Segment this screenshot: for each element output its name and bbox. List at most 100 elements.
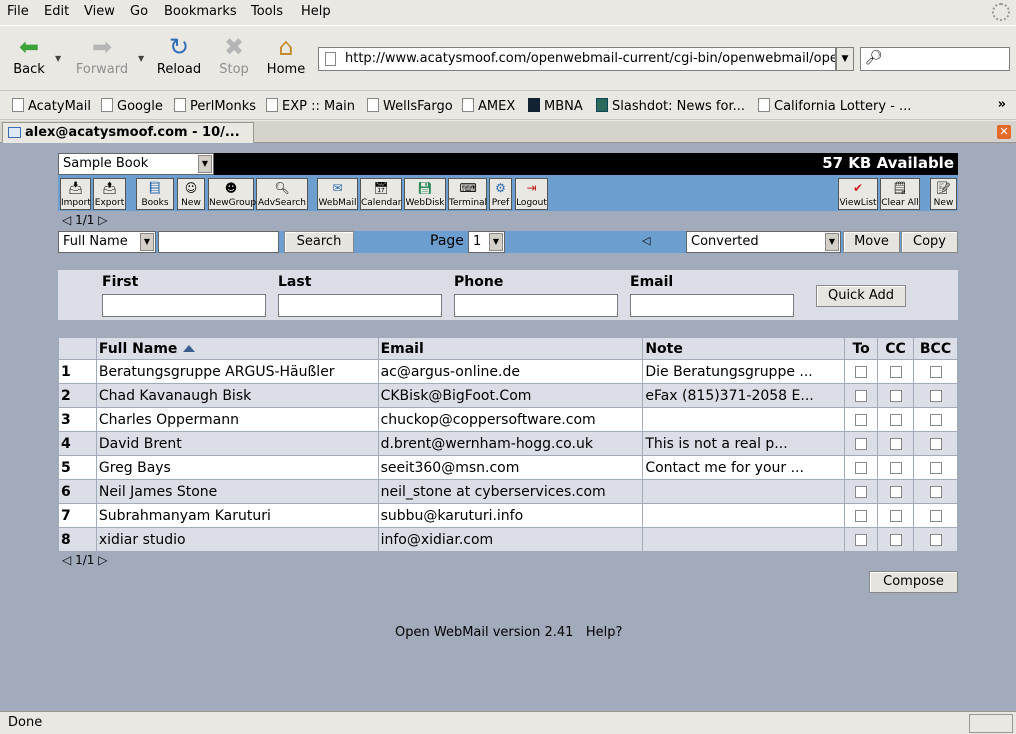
page-select[interactable]: 1 ▼ xyxy=(468,231,505,253)
web-search-field[interactable]: 🔎︎ xyxy=(860,47,1010,71)
bookmark-exp-main[interactable]: EXP :: Main xyxy=(266,98,355,114)
contact-name-link[interactable]: Neil James Stone xyxy=(95,479,379,504)
menu-file[interactable]: File xyxy=(7,4,29,19)
bcc-checkbox[interactable] xyxy=(929,461,942,474)
clear-all-button[interactable]: 🗒︎ Clear All xyxy=(880,178,920,210)
version-link[interactable]: Open WebMail version 2.41 xyxy=(395,625,573,640)
to-checkbox[interactable] xyxy=(855,485,868,498)
cc-checkbox[interactable] xyxy=(889,389,902,402)
cc-checkbox[interactable] xyxy=(889,485,902,498)
url-field[interactable]: http://www.acatysmoof.com/openwebmail-cu… xyxy=(318,47,836,71)
contact-name-link[interactable]: David Brent xyxy=(95,431,379,456)
contact-name-link[interactable]: Subrahmanyam Karuturi xyxy=(95,503,379,528)
contact-email-link[interactable]: seeit360@msn.com xyxy=(377,455,644,480)
to-checkbox[interactable] xyxy=(855,365,868,378)
calendar-button[interactable]: 📅︎ Calendar xyxy=(360,178,402,210)
export-button[interactable]: 📤︎ Export xyxy=(93,178,126,210)
last-name-field[interactable] xyxy=(278,294,442,317)
cc-checkbox[interactable] xyxy=(889,509,902,522)
new-message-button[interactable]: 📝︎ New xyxy=(930,178,957,210)
contact-name-link[interactable]: Beratungsgruppe ARGUS-Häußler xyxy=(95,359,379,384)
logout-button[interactable]: ⇥ Logout xyxy=(515,178,548,210)
prev-page-icon[interactable]: ◁ xyxy=(62,213,71,227)
bookmark-acatymail[interactable]: AcatyMail xyxy=(12,98,91,114)
to-checkbox[interactable] xyxy=(855,437,868,450)
search-input[interactable] xyxy=(158,231,279,253)
first-name-field[interactable] xyxy=(102,294,266,317)
copy-button[interactable]: Copy xyxy=(901,231,958,253)
books-button[interactable]: 📘︎ Books xyxy=(136,178,174,210)
menu-go[interactable]: Go xyxy=(130,4,148,19)
contact-email-link[interactable]: ac@argus-online.de xyxy=(377,359,644,384)
bcc-checkbox[interactable] xyxy=(929,389,942,402)
bookmark-perlmonks[interactable]: PerlMonks xyxy=(174,98,256,114)
new-group-button[interactable]: ☻ NewGroup xyxy=(208,178,256,210)
home-button[interactable]: ⌂ Home xyxy=(264,34,308,77)
bcc-checkbox[interactable] xyxy=(929,365,942,378)
help-link[interactable]: Help? xyxy=(586,625,623,640)
close-tab-icon[interactable]: ✕ xyxy=(997,125,1011,139)
new-contact-button[interactable]: ☺ New xyxy=(177,178,205,210)
cc-checkbox[interactable] xyxy=(889,365,902,378)
back-history-dropdown[interactable]: ▼ xyxy=(55,54,61,63)
contact-email-link[interactable]: d.brent@wernham-hogg.co.uk xyxy=(377,431,644,456)
tab-openwebmail[interactable]: alex@acatysmoof.com - 10/... xyxy=(2,122,254,143)
bcc-checkbox[interactable] xyxy=(929,485,942,498)
preferences-button[interactable]: ⚙ Pref xyxy=(489,178,512,210)
menu-view[interactable]: View xyxy=(84,4,115,19)
next-page-icon[interactable]: ▷ xyxy=(98,553,107,567)
phone-field[interactable] xyxy=(454,294,618,317)
bookmark-slashdot[interactable]: Slashdot: News for... xyxy=(596,98,745,114)
search-engine-icon[interactable]: 🔎︎ xyxy=(865,50,883,66)
to-checkbox[interactable] xyxy=(855,413,868,426)
contact-name-link[interactable]: Charles Oppermann xyxy=(95,407,379,432)
contact-email-link[interactable]: CKBisk@BigFoot.Com xyxy=(377,383,644,408)
note-column-header[interactable]: Note xyxy=(642,337,846,360)
contact-name-link[interactable]: Chad Kavanaugh Bisk xyxy=(95,383,379,408)
destination-folder-select[interactable]: Converted ▼ xyxy=(686,231,841,253)
fullname-column-header[interactable]: Full Name xyxy=(95,337,379,360)
menu-edit[interactable]: Edit xyxy=(44,4,69,19)
menu-bookmarks[interactable]: Bookmarks xyxy=(164,4,237,19)
compose-button[interactable]: Compose xyxy=(869,571,958,593)
to-checkbox[interactable] xyxy=(855,533,868,546)
forward-button[interactable]: ➡ Forward xyxy=(74,34,130,77)
forward-history-dropdown[interactable]: ▼ xyxy=(138,54,144,63)
move-button[interactable]: Move xyxy=(843,231,900,253)
bcc-checkbox[interactable] xyxy=(929,509,942,522)
viewlist-button[interactable]: ✔ ViewList xyxy=(838,178,878,210)
webdisk-button[interactable]: 💾︎ WebDisk xyxy=(404,178,446,210)
bcc-checkbox[interactable] xyxy=(929,413,942,426)
contact-email-link[interactable]: info@xidiar.com xyxy=(377,527,644,552)
stop-button[interactable]: ✖ Stop xyxy=(216,34,252,77)
contact-email-link[interactable]: chuckop@coppersoftware.com xyxy=(377,407,644,432)
cc-checkbox[interactable] xyxy=(889,533,902,546)
bcc-checkbox[interactable] xyxy=(929,533,942,546)
adv-search-button[interactable]: 🔍︎ AdvSearch xyxy=(256,178,308,210)
contact-email-link[interactable]: subbu@karuturi.info xyxy=(377,503,644,528)
reload-button[interactable]: ↻ Reload xyxy=(156,34,202,77)
prev-page-icon[interactable]: ◁ xyxy=(62,553,71,567)
bookmark-google[interactable]: Google xyxy=(101,98,163,114)
addressbook-select[interactable]: Sample Book ▼ xyxy=(58,153,214,175)
contact-name-link[interactable]: xidiar studio xyxy=(95,527,379,552)
cc-checkbox[interactable] xyxy=(889,437,902,450)
back-button[interactable]: ⬅ Back xyxy=(10,34,48,77)
email-field[interactable] xyxy=(630,294,794,317)
bookmark-california-lottery[interactable]: California Lottery - ... xyxy=(758,98,911,114)
bookmark-mbna[interactable]: MBNA xyxy=(528,98,583,114)
bookmark-wellsfargo[interactable]: WellsFargo xyxy=(367,98,453,114)
bcc-checkbox[interactable] xyxy=(929,437,942,450)
url-history-dropdown[interactable]: ▼ xyxy=(836,47,854,71)
prev-arrow-icon[interactable]: ◁ xyxy=(642,234,650,247)
import-button[interactable]: 📥︎ Import xyxy=(60,178,91,210)
quick-add-button[interactable]: Quick Add xyxy=(816,285,906,307)
email-column-header[interactable]: Email xyxy=(377,337,644,360)
webmail-button[interactable]: ✉ WebMail xyxy=(317,178,358,210)
contact-email-link[interactable]: neil_stone at cyberservices.com xyxy=(377,479,644,504)
bookmark-amex[interactable]: AMEX xyxy=(462,98,515,114)
search-button[interactable]: Search xyxy=(284,231,354,253)
contact-name-link[interactable]: Greg Bays xyxy=(95,455,379,480)
bookmarks-overflow-chevron-icon[interactable]: » xyxy=(998,97,1006,112)
next-page-icon[interactable]: ▷ xyxy=(98,213,107,227)
